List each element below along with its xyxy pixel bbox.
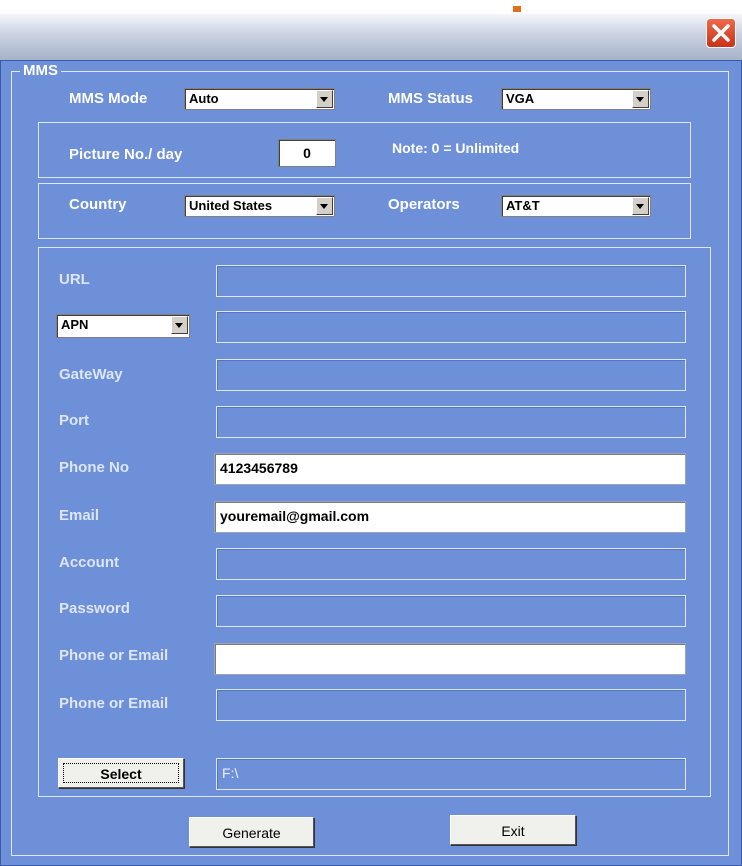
picture-count-input[interactable]: 0 [278, 139, 336, 167]
apn-select[interactable]: APN [56, 314, 190, 338]
operators-label: Operators [388, 196, 460, 213]
country-select[interactable]: United States [184, 195, 335, 217]
phone-or-email-field-2 [216, 689, 686, 721]
exit-label: Exit [501, 823, 525, 839]
chevron-down-icon [632, 197, 649, 215]
password-field [216, 595, 686, 627]
apn-field [216, 311, 686, 343]
picture-note: Note: 0 = Unlimited [392, 140, 520, 156]
operators-select[interactable]: AT&T [501, 195, 651, 217]
select-folder-label: Select [100, 766, 142, 782]
window-accent [513, 6, 521, 12]
output-path-value: F:\ [222, 765, 239, 781]
phone-field[interactable]: 4123456789 [214, 453, 686, 485]
output-path-field: F:\ [216, 758, 686, 790]
title-bar [0, 14, 742, 60]
url-label: URL [59, 271, 90, 288]
select-folder-button[interactable]: Select [58, 758, 184, 788]
close-icon [712, 24, 730, 42]
mms-status-select[interactable]: VGA [501, 88, 651, 110]
password-label: Password [59, 600, 130, 617]
operators-value: AT&T [506, 198, 540, 213]
gateway-field [216, 359, 686, 391]
account-label: Account [59, 554, 119, 571]
mms-dialog: MMS MMS Mode Auto MMS Status VGA Picture… [0, 60, 742, 866]
apn-select-value: APN [61, 317, 89, 332]
picture-label: Picture No./ day [69, 146, 183, 163]
close-button[interactable] [706, 18, 736, 48]
country-label: Country [69, 196, 127, 213]
mms-group-title: MMS [20, 63, 61, 79]
phone-value: 4123456789 [220, 460, 298, 476]
generate-button[interactable]: Generate [189, 817, 314, 847]
port-label: Port [59, 412, 89, 429]
phone-or-email-field-1[interactable] [214, 643, 686, 675]
phone-label: Phone No [59, 459, 129, 476]
chevron-down-icon [632, 90, 649, 108]
generate-label: Generate [222, 825, 281, 841]
port-field [216, 406, 686, 438]
mms-status-value: VGA [506, 91, 535, 106]
mms-mode-value: Auto [189, 91, 219, 106]
picture-count-value: 0 [303, 145, 311, 161]
chevron-down-icon [316, 197, 333, 215]
email-label: Email [59, 507, 100, 524]
gateway-label: GateWay [59, 366, 123, 383]
chevron-down-icon [171, 316, 188, 334]
country-value: United States [189, 198, 273, 213]
mms-mode-label: MMS Mode [69, 90, 148, 107]
chevron-down-icon [316, 90, 333, 108]
url-field [216, 265, 686, 297]
mms-mode-select[interactable]: Auto [184, 88, 335, 110]
exit-button[interactable]: Exit [450, 815, 576, 845]
account-field [216, 548, 686, 580]
email-field[interactable]: youremail@gmail.com [214, 501, 686, 533]
phone-or-email-label-2: Phone or Email [59, 695, 169, 712]
mms-status-label: MMS Status [388, 90, 474, 107]
phone-or-email-label-1: Phone or Email [59, 647, 169, 664]
email-value: youremail@gmail.com [220, 508, 370, 524]
